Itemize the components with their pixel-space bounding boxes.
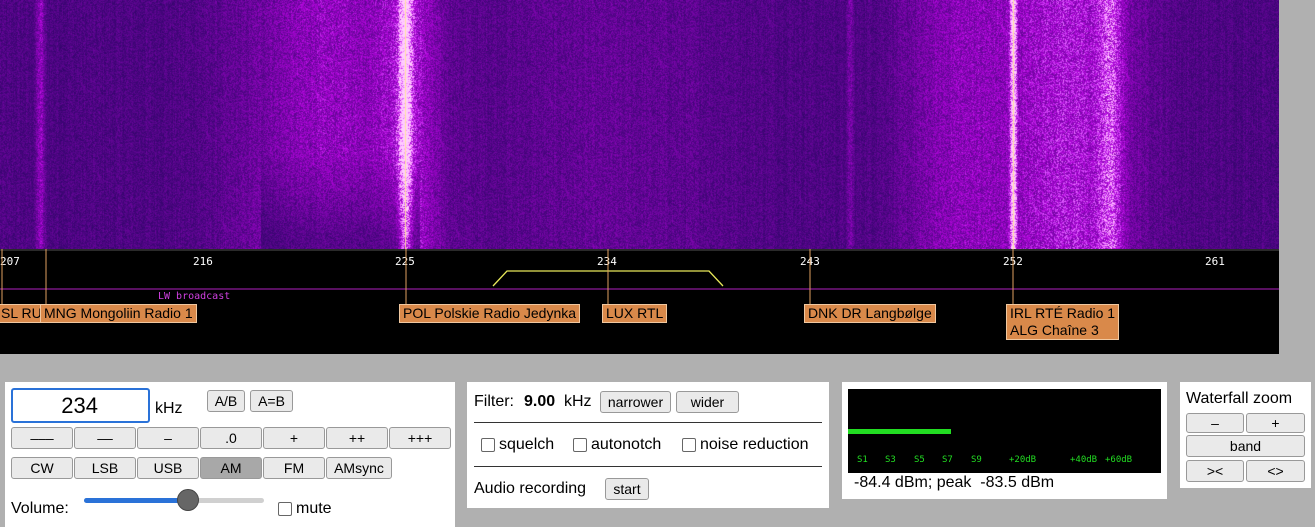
mode-lsb-button[interactable]: LSB: [74, 457, 136, 479]
step-up-1-button[interactable]: +: [263, 427, 325, 449]
mute-label: mute: [296, 500, 332, 517]
zoom-panel: Waterfall zoom – + band >< <>: [1180, 382, 1311, 488]
step-down-1-button[interactable]: –: [137, 427, 199, 449]
volume-label: Volume:: [11, 500, 69, 517]
frequency-unit: kHz: [155, 400, 183, 417]
mode-cw-button[interactable]: CW: [11, 457, 73, 479]
filter-panel: Filter: 9.00 kHz narrower wider squelch …: [467, 382, 829, 508]
noise-reduction-checkbox[interactable]: [682, 438, 696, 452]
zoom-in-button[interactable]: +: [1246, 413, 1305, 433]
station-label[interactable]: DNK DR Langbølge: [804, 304, 936, 323]
smeter-label: S9: [971, 455, 982, 465]
vfo-ab-button[interactable]: A/B: [207, 390, 245, 412]
zoom-wide-button[interactable]: <>: [1246, 460, 1305, 482]
volume-knob[interactable]: [177, 489, 200, 511]
vfo-equal-button[interactable]: A=B: [250, 390, 293, 412]
autonotch-label: autonotch: [591, 436, 662, 453]
station-label[interactable]: MNG Mongoliin Radio 1: [40, 304, 197, 323]
station-label[interactable]: IRL RTÉ Radio 1 ALG Chaîne 3: [1006, 304, 1120, 340]
narrower-button[interactable]: narrower: [600, 391, 671, 413]
audio-recording-label: Audio recording: [474, 480, 587, 497]
mode-am-button[interactable]: AM: [200, 457, 262, 479]
smeter-display: S1 S3 S5 S7 S9 +20dB +40dB +60dB: [848, 389, 1161, 473]
zoom-title: Waterfall zoom: [1186, 390, 1293, 407]
smeter-readout: -84.4 dBm; peak -83.5 dBm: [854, 474, 1055, 491]
step-up-3-button[interactable]: +++: [389, 427, 451, 449]
smeter-label: S1: [857, 455, 868, 465]
smeter-label: S5: [914, 455, 925, 465]
squelch-label: squelch: [499, 436, 555, 453]
station-label[interactable]: LUX RTL: [602, 304, 668, 323]
sdr-receiver: 207 216 225 234 243 252 261 LW broadcast…: [0, 0, 1315, 527]
squelch-checkbox[interactable]: [481, 438, 495, 452]
step-up-2-button[interactable]: ++: [326, 427, 388, 449]
step-down-2-button[interactable]: ––: [74, 427, 136, 449]
frequency-panel: kHz A/B A=B ––– –– – .0 + ++ +++ CW LSB …: [5, 382, 455, 527]
mute-checkbox[interactable]: [278, 502, 292, 516]
zoom-band-button[interactable]: band: [1186, 435, 1305, 457]
tick-label-207: 207: [0, 255, 20, 268]
noise-reduction-label: noise reduction: [700, 436, 809, 453]
step-round-button[interactable]: .0: [200, 427, 262, 449]
station-label[interactable]: SL RU: [0, 304, 46, 323]
step-down-3-button[interactable]: –––: [11, 427, 73, 449]
frequency-scale[interactable]: 207 216 225 234 243 252 261 LW broadcast…: [0, 249, 1279, 354]
tick-label-261: 261: [1205, 255, 1225, 268]
smeter-label: +60dB: [1105, 455, 1133, 465]
smeter-label: S7: [942, 455, 953, 465]
filter-label: Filter:: [474, 393, 514, 410]
filter-unit: kHz: [564, 393, 592, 410]
smeter-label: S3: [885, 455, 896, 465]
volume-slider[interactable]: [84, 489, 264, 511]
start-recording-button[interactable]: start: [605, 478, 649, 500]
frequency-input[interactable]: [11, 388, 150, 423]
smeter-label: +20dB: [1009, 455, 1037, 465]
wider-button[interactable]: wider: [676, 391, 739, 413]
smeter-label: +40dB: [1070, 455, 1098, 465]
zoom-narrow-button[interactable]: ><: [1186, 460, 1244, 482]
volume-fill: [84, 498, 189, 503]
mode-amsync-button[interactable]: AMsync: [326, 457, 392, 479]
smeter-scale: S1 S3 S5 S7 S9 +20dB +40dB +60dB: [848, 455, 1161, 469]
waterfall-display[interactable]: [0, 0, 1279, 249]
zoom-out-button[interactable]: –: [1186, 413, 1244, 433]
filter-divider: [474, 422, 822, 423]
tick-label-234: 234: [597, 255, 617, 268]
tick-label-225: 225: [395, 255, 415, 268]
filter-value: 9.00: [524, 393, 556, 410]
smeter-bar: [848, 429, 952, 434]
mode-fm-button[interactable]: FM: [263, 457, 325, 479]
smeter-panel: S1 S3 S5 S7 S9 +20dB +40dB +60dB -84.4 d…: [842, 382, 1167, 499]
station-label[interactable]: POL Polskie Radio Jedynka: [399, 304, 581, 323]
tick-label-216: 216: [193, 255, 213, 268]
filter-divider: [474, 466, 822, 467]
band-label: LW broadcast: [158, 291, 230, 302]
autonotch-checkbox[interactable]: [573, 438, 587, 452]
mode-usb-button[interactable]: USB: [137, 457, 199, 479]
